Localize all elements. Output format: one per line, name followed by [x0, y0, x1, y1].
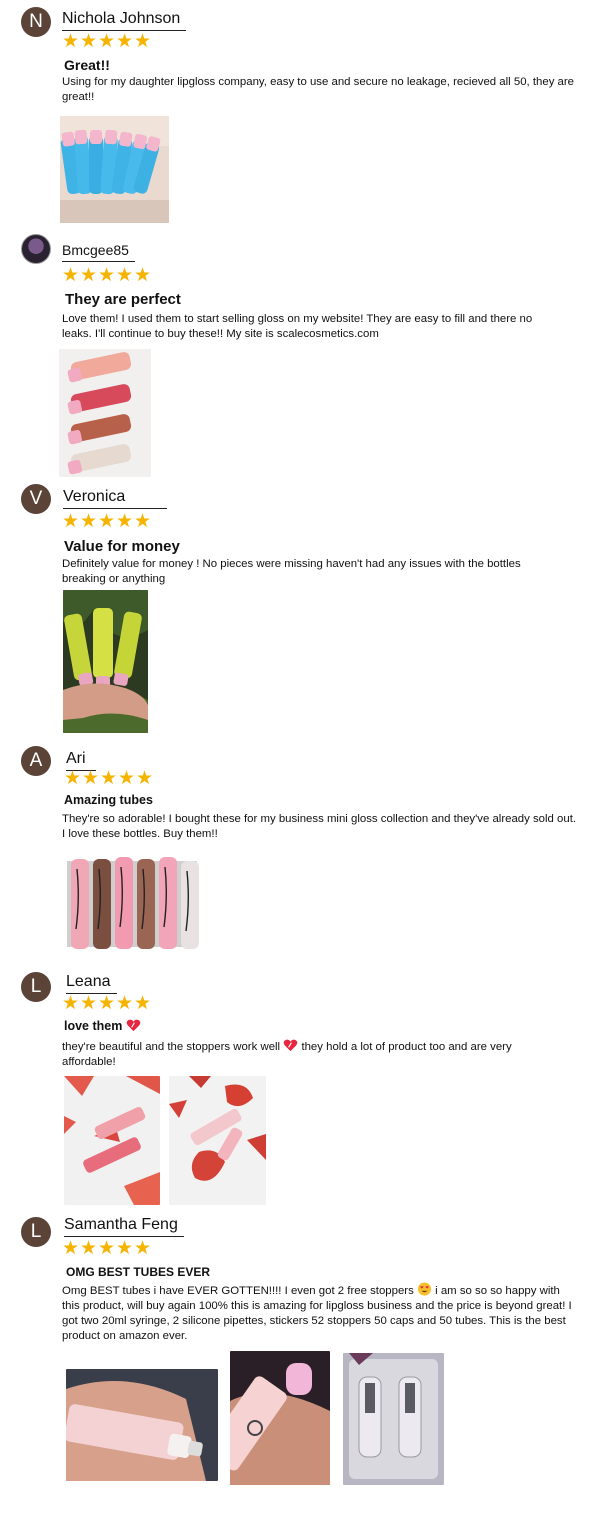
- sparkling-heart-icon: [126, 1019, 141, 1032]
- star-rating: ★ ★ ★ ★ ★: [62, 31, 152, 52]
- star-icon: ★: [116, 1238, 134, 1259]
- star-icon: ★: [134, 265, 152, 286]
- review-title: Amazing tubes: [64, 793, 153, 807]
- star-rating: ★ ★ ★ ★ ★: [64, 768, 154, 789]
- review-title: Great!!: [64, 57, 110, 73]
- review-card: Bmcgee85 ★ ★ ★ ★ ★ They are perfect Love…: [0, 230, 600, 480]
- star-icon: ★: [116, 511, 134, 532]
- star-icon: ★: [62, 265, 80, 286]
- reviewer-name[interactable]: Nichola Johnson: [62, 10, 187, 31]
- star-rating: ★ ★ ★ ★ ★: [62, 993, 152, 1014]
- star-icon: ★: [62, 1238, 80, 1259]
- star-icon: ★: [116, 265, 134, 286]
- review-title: OMG BEST TUBES EVER: [66, 1265, 211, 1279]
- review-card: L Samantha Feng ★ ★ ★ ★ ★ OMG BEST TUBES…: [0, 1208, 600, 1513]
- star-rating: ★ ★ ★ ★ ★: [62, 511, 152, 532]
- review-photo[interactable]: [59, 349, 151, 477]
- star-icon: ★: [98, 511, 116, 532]
- review-card: V Veronica ★ ★ ★ ★ ★ Value for money Def…: [0, 480, 600, 738]
- star-icon: ★: [80, 993, 98, 1014]
- review-text-part: they're beautiful and the stoppers work …: [62, 1041, 281, 1053]
- star-icon: ★: [98, 31, 116, 52]
- avatar: [21, 234, 51, 264]
- review-text: They're so adorable! I bought these for …: [62, 813, 577, 840]
- review-card: L Leana ★ ★ ★ ★ ★ love them they're beau…: [0, 963, 600, 1208]
- sparkling-heart-icon: [283, 1039, 298, 1052]
- star-icon: ★: [80, 31, 98, 52]
- star-icon: ★: [134, 1238, 152, 1259]
- review-title: love them: [64, 1018, 141, 1033]
- review-text: they're beautiful and the stoppers work …: [62, 1038, 562, 1070]
- review-title-text: love them: [64, 1019, 123, 1033]
- review-card: A Ari ★ ★ ★ ★ ★ Amazing tubes They're so…: [0, 738, 600, 963]
- star-rating: ★ ★ ★ ★ ★: [62, 265, 152, 286]
- avatar: V: [21, 484, 51, 514]
- star-rating: ★ ★ ★ ★ ★: [62, 1238, 152, 1259]
- review-text: Definitely value for money ! No pieces w…: [62, 558, 521, 585]
- reviewer-name[interactable]: Samantha Feng: [64, 1216, 184, 1237]
- avatar: L: [21, 1217, 51, 1247]
- star-icon: ★: [118, 768, 136, 789]
- star-icon: ★: [136, 768, 154, 789]
- star-icon: ★: [98, 265, 116, 286]
- star-icon: ★: [98, 993, 116, 1014]
- star-icon: ★: [62, 993, 80, 1014]
- review-card: N Nichola Johnson ★ ★ ★ ★ ★ Great!! Usin…: [0, 0, 600, 230]
- review-photo[interactable]: [67, 855, 203, 953]
- review-title: They are perfect: [65, 291, 181, 308]
- review-photo[interactable]: [343, 1353, 444, 1485]
- review-photo[interactable]: [230, 1351, 330, 1485]
- review-text: Love them! I used them to start selling …: [62, 313, 533, 340]
- review-text: Using for my daughter lipgloss company, …: [62, 76, 575, 103]
- star-icon: ★: [116, 31, 134, 52]
- heart-eyes-icon: [417, 1282, 432, 1296]
- star-icon: ★: [134, 993, 152, 1014]
- star-icon: ★: [98, 1238, 116, 1259]
- star-icon: ★: [62, 511, 80, 532]
- reviewer-name[interactable]: Bmcgee85: [62, 241, 135, 262]
- star-icon: ★: [100, 768, 118, 789]
- review-photo[interactable]: [66, 1369, 218, 1481]
- review-photo[interactable]: [63, 590, 148, 733]
- reviewer-name[interactable]: Veronica: [63, 488, 168, 509]
- star-icon: ★: [82, 768, 100, 789]
- avatar: L: [21, 972, 51, 1002]
- review-text: Omg BEST tubes i have EVER GOTTEN!!!! I …: [62, 1282, 580, 1344]
- star-icon: ★: [62, 31, 80, 52]
- star-icon: ★: [116, 993, 134, 1014]
- review-photo[interactable]: [64, 1076, 160, 1205]
- review-photo[interactable]: [169, 1076, 266, 1205]
- avatar: N: [21, 7, 51, 37]
- star-icon: ★: [134, 31, 152, 52]
- star-icon: ★: [80, 265, 98, 286]
- avatar: A: [21, 746, 51, 776]
- review-photo[interactable]: [60, 116, 169, 223]
- review-title: Value for money: [64, 538, 180, 555]
- star-icon: ★: [134, 511, 152, 532]
- star-icon: ★: [80, 1238, 98, 1259]
- review-text-part: Omg BEST tubes i have EVER GOTTEN!!!! I …: [62, 1285, 414, 1297]
- star-icon: ★: [80, 511, 98, 532]
- reviewer-name[interactable]: Leana: [66, 973, 117, 994]
- star-icon: ★: [64, 768, 82, 789]
